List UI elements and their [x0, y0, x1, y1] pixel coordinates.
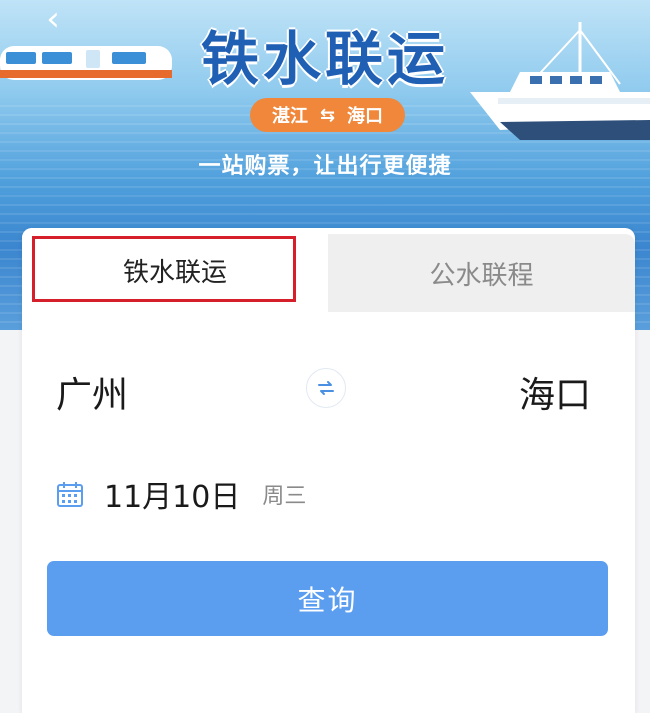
booking-card: 铁水联运 公水联程 广州 海口 11月10日 周三 查询: [22, 228, 635, 713]
from-city[interactable]: 广州: [56, 366, 128, 418]
calendar-icon: [57, 482, 83, 507]
to-city[interactable]: 海口: [519, 366, 591, 418]
date-value: 11月10日: [104, 480, 241, 515]
page-title: 铁水联运: [200, 25, 449, 93]
route-from: 湛江: [271, 106, 308, 127]
weekday-value: 周三: [262, 484, 307, 509]
tab-label: 公水联程: [429, 260, 534, 291]
search-button[interactable]: 查询: [47, 561, 608, 636]
slogan: 一站购票，让出行更便捷: [198, 154, 452, 179]
swap-arrows-icon: ⇆: [319, 104, 336, 126]
tab-highlight-box: [32, 236, 296, 302]
route-to: 海口: [347, 106, 384, 127]
tab-bar: 铁水联运 公水联程: [22, 228, 635, 312]
tab-road-water[interactable]: 公水联程: [328, 234, 635, 312]
route-badge: 湛江 ⇆ 海口: [250, 98, 405, 132]
date-selector[interactable]: 11月10日 周三: [56, 474, 307, 515]
swap-cities-button[interactable]: [306, 368, 346, 408]
swap-circle-icon: [318, 381, 334, 395]
